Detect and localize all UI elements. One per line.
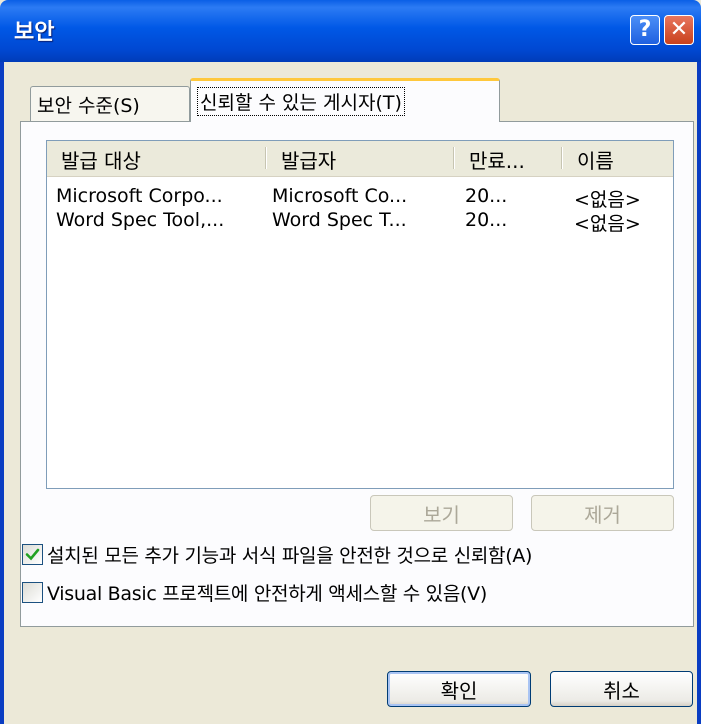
cell-name: <없음> [574,213,641,235]
column-header-issued-by[interactable]: 발급자 [267,141,455,177]
column-header-name[interactable]: 이름 [563,141,673,177]
window-frame-right [697,62,701,724]
list-header: 발급 대상 발급자 만료... 이름 [47,141,673,177]
trust-addins-label: 설치된 모든 추가 기능과 서식 파일을 안전한 것으로 신뢰함(A) [47,544,533,567]
close-icon: ✕ [669,17,689,42]
column-header-label: 만료... [469,148,525,173]
cancel-button[interactable]: 취소 [550,671,693,707]
column-header-label: 이름 [577,148,614,173]
view-button-label: 보기 [423,502,460,527]
column-header-expiration[interactable]: 만료... [455,141,563,177]
publishers-list[interactable]: 발급 대상 발급자 만료... 이름 Microsoft Corpo... Mi… [46,140,674,489]
trust-addins-checkbox[interactable] [22,543,43,565]
remove-button-label: 제거 [584,502,621,527]
cell-issued-by: Word Spec T... [272,209,407,231]
cell-name: <없음> [574,189,641,211]
checkmark-icon [25,548,40,560]
tab-label: 보안 수준(S) [37,95,140,117]
trust-addins-option[interactable]: 설치된 모든 추가 기능과 서식 파일을 안전한 것으로 신뢰함(A) [22,539,532,569]
help-icon: ? [638,17,652,42]
close-button[interactable]: ✕ [664,15,694,45]
remove-button[interactable]: 제거 [531,495,674,531]
cell-issued-by: Microsoft Co... [272,185,408,207]
list-item[interactable]: Microsoft Corpo... Microsoft Co... 20...… [47,185,673,211]
help-button[interactable]: ? [630,15,660,45]
trust-vba-label: Visual Basic 프로젝트에 안전하게 액세스할 수 있음(V) [47,582,487,605]
tab-label: 신뢰할 수 있는 게시자(T) [197,87,405,116]
column-header-issued-to[interactable]: 발급 대상 [47,141,267,177]
ok-button[interactable]: 확인 [387,671,531,707]
cell-expiration: 20... [465,209,508,231]
cell-issued-to: Microsoft Corpo... [56,185,223,207]
tab-security-level[interactable]: 보안 수준(S) [30,86,190,122]
column-header-label: 발급 대상 [61,148,141,173]
tab-trusted-publishers[interactable]: 신뢰할 수 있는 게시자(T) [190,78,500,122]
column-header-label: 발급자 [281,148,337,173]
window-frame-left [0,62,4,724]
title-bar[interactable]: 보안 ? ✕ [0,0,701,62]
ok-button-label: 확인 [440,678,478,703]
cancel-button-label: 취소 [603,678,640,703]
trust-vba-checkbox[interactable] [22,581,43,603]
cell-expiration: 20... [465,185,508,207]
window-title: 보안 [14,20,55,45]
view-button[interactable]: 보기 [370,495,513,531]
trust-vba-option[interactable]: Visual Basic 프로젝트에 안전하게 액세스할 수 있음(V) [22,577,487,607]
list-item[interactable]: Word Spec Tool,... Word Spec T... 20... … [47,209,673,235]
cell-issued-to: Word Spec Tool,... [56,209,225,231]
